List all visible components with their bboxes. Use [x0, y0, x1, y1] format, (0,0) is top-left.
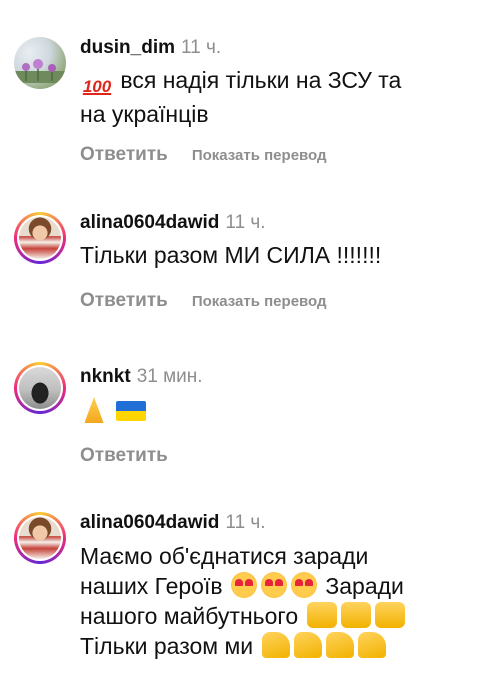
username[interactable]: alina0604dawid [80, 512, 219, 533]
raising-hands-icon [340, 602, 371, 628]
comment-text-line: Заради [325, 573, 404, 599]
comment-actions: Ответить [80, 444, 480, 468]
hundred-points-icon: 100 [82, 77, 112, 96]
heart-eyes-icon [230, 572, 257, 598]
comment-text: Тільки разом МИ СИЛА !!!!!!! [80, 242, 382, 268]
heart-eyes-icon [290, 572, 317, 598]
flexed-biceps-icon [325, 632, 354, 658]
comment-text [80, 397, 480, 426]
comment-actions: Ответить Показать перевод [80, 143, 480, 168]
comment-text-line: нашого майбутнього [80, 603, 299, 629]
avatar[interactable] [14, 212, 66, 264]
comment-meta: alina0604dawid 11 ч. [80, 511, 480, 535]
username[interactable]: nknkt [80, 366, 131, 387]
flexed-biceps-icon [293, 632, 322, 658]
timestamp: 31 мин. [136, 366, 203, 387]
show-translation-button[interactable]: Показать перевод [192, 147, 327, 164]
reply-button[interactable]: Ответить [80, 290, 168, 311]
flowers-icon [14, 59, 66, 83]
reply-button[interactable]: Ответить [80, 144, 168, 165]
comment-actions: Ответить Показать перевод [80, 289, 480, 314]
folded-hands-icon [84, 397, 104, 423]
comment-text-line: Маємо об'єднатися заради [80, 543, 369, 569]
ukraine-flag-icon [116, 401, 147, 421]
comment-meta: nknkt 31 мин. [80, 365, 480, 389]
comment-meta: dusin_dim 11 ч. [80, 36, 480, 60]
comment-text-line: вся надія тільки на ЗСУ та [120, 67, 402, 93]
comment-meta: alina0604dawid 11 ч. [80, 211, 480, 235]
raising-hands-icon [306, 602, 337, 628]
comment-text: Маємо об'єднатися заради наших Героїв За… [80, 541, 480, 661]
flexed-biceps-icon [261, 632, 290, 658]
heart-eyes-icon [260, 572, 287, 598]
username[interactable]: alina0604dawid [80, 212, 219, 233]
avatar-image [19, 367, 61, 409]
timestamp: 11 ч. [225, 212, 266, 233]
avatar-image [19, 517, 61, 559]
timestamp: 11 ч. [225, 512, 266, 533]
reply-button[interactable]: Ответить [80, 445, 168, 466]
flexed-biceps-icon [357, 632, 386, 658]
avatar[interactable] [14, 362, 66, 414]
avatar[interactable] [14, 512, 66, 564]
avatar-image [19, 217, 61, 259]
avatar[interactable] [14, 37, 66, 89]
comment-text: 100 вся надія тільки на ЗСУ та на україн… [80, 66, 480, 129]
comment-text-line: на українців [80, 101, 209, 127]
comment-text-line: Тільки разом ми [80, 633, 254, 659]
raising-hands-icon [374, 602, 405, 628]
show-translation-button[interactable]: Показать перевод [192, 293, 327, 310]
username[interactable]: dusin_dim [80, 37, 175, 58]
comment-text-line: наших Героїв [80, 573, 223, 599]
timestamp: 11 ч. [181, 37, 222, 58]
